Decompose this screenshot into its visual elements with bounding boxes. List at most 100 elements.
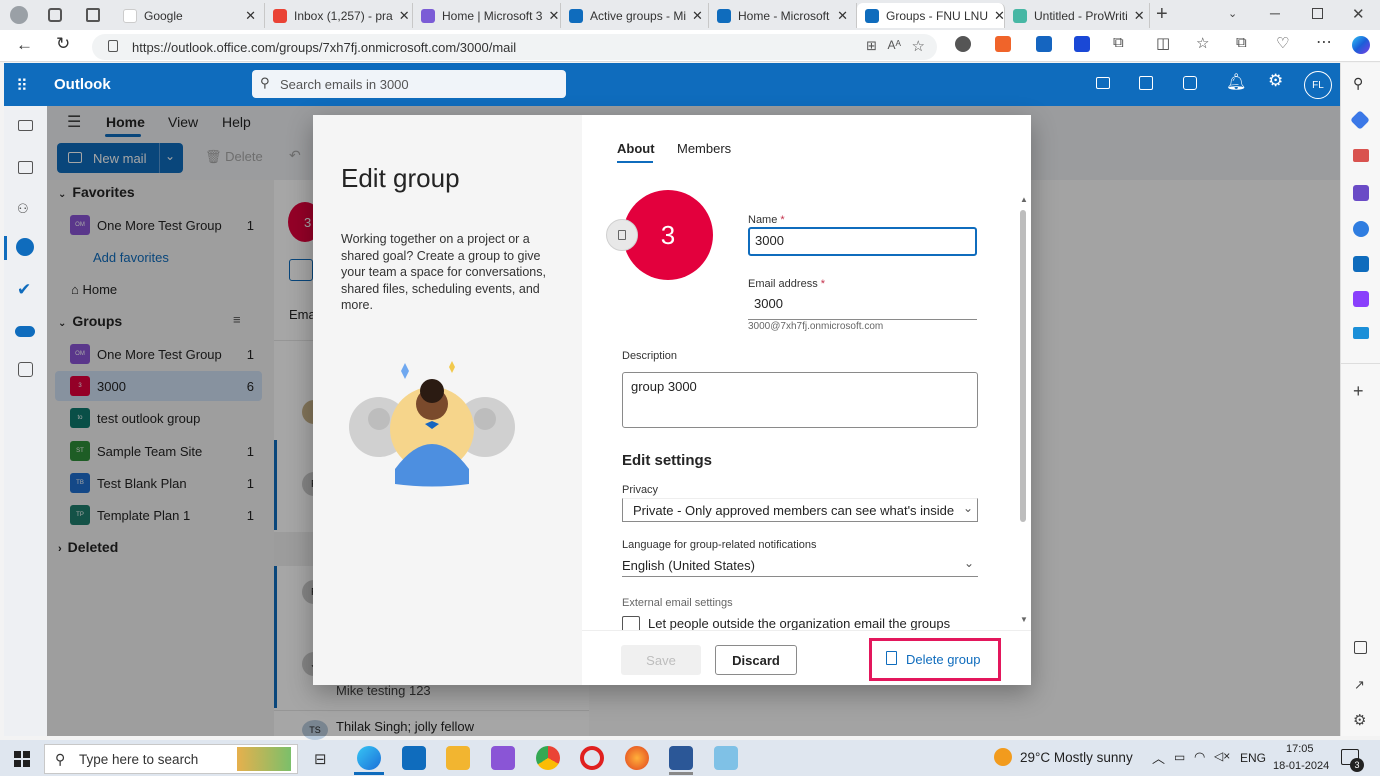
browser-tab[interactable]: Active groups - Mi ✕ [561, 3, 709, 28]
minimize-icon[interactable]: ─ [1270, 5, 1280, 21]
calendar-icon[interactable] [18, 161, 33, 174]
browser-tab[interactable]: Home | Microsoft 3 ✕ [413, 3, 561, 28]
my-day-icon[interactable] [1183, 76, 1197, 90]
browser-tab[interactable]: Google ✕ [115, 3, 265, 28]
back-icon[interactable]: ← [16, 35, 33, 55]
split-screen-icon[interactable]: ◫ [1156, 34, 1170, 52]
email-input[interactable]: 3000 [748, 296, 977, 320]
refresh-icon[interactable]: ↻ [56, 34, 70, 54]
task-view-icon[interactable]: ⊟ [314, 750, 327, 768]
mail-icon[interactable] [18, 120, 33, 131]
add-icon[interactable]: + [1353, 381, 1364, 402]
chrome-icon[interactable] [536, 746, 560, 770]
close-icon[interactable]: ✕ [239, 8, 256, 24]
new-tab-icon[interactable]: + [1156, 3, 1168, 26]
name-input[interactable]: 3000 [748, 227, 977, 256]
language-indicator[interactable]: ENG [1240, 751, 1266, 765]
sidebar-layout-icon[interactable] [1354, 641, 1367, 654]
search-input[interactable]: ⚲ Search emails in 3000 [252, 70, 566, 98]
close-window-icon[interactable]: ✕ [1352, 5, 1365, 23]
save-button[interactable]: Save [621, 645, 701, 675]
file-explorer-icon[interactable] [446, 746, 470, 770]
weather-text[interactable]: 29°C Mostly sunny [1020, 750, 1133, 765]
groups-icon[interactable] [16, 238, 34, 256]
extension-icon[interactable] [955, 36, 971, 52]
avatar[interactable]: FL [1304, 71, 1332, 99]
close-icon[interactable]: ✕ [831, 8, 848, 24]
browser-tab[interactable]: Home - Microsoft ✕ [709, 3, 857, 28]
scrollbar-thumb[interactable] [1020, 210, 1026, 522]
browser-tab-active[interactable]: Groups - FNU LNU ✕ [857, 3, 1005, 28]
tab-about[interactable]: About [617, 141, 655, 156]
gear-icon[interactable]: ⚙ [1268, 71, 1283, 91]
clock-date[interactable]: 18-01-2024 [1273, 760, 1329, 772]
weather-icon[interactable] [994, 748, 1012, 766]
mail-taskbar-icon[interactable] [402, 746, 426, 770]
favorites-icon[interactable]: ☆ [1196, 34, 1209, 52]
close-icon[interactable]: ✕ [393, 8, 410, 24]
firefox-icon[interactable] [625, 746, 649, 770]
people-icon[interactable]: ⚇ [17, 201, 29, 217]
tools-icon[interactable] [1353, 149, 1369, 162]
browser-essentials-icon[interactable]: ♡ [1276, 34, 1289, 52]
microsoft365-icon[interactable] [1353, 221, 1369, 237]
discard-button[interactable]: Discard [715, 645, 797, 675]
bell-icon[interactable]: 🔔︎ [1226, 72, 1246, 92]
favorite-star-icon[interactable]: ☆ [912, 37, 925, 55]
close-icon[interactable]: ✕ [988, 8, 1004, 24]
tab-actions-icon[interactable] [86, 8, 100, 22]
games-icon[interactable] [1353, 185, 1369, 201]
more-icon[interactable]: ⋯ [1316, 32, 1332, 52]
tray-chevron-icon[interactable]: ︿ [1152, 748, 1165, 767]
clock-time[interactable]: 17:05 [1286, 743, 1314, 755]
close-icon[interactable]: ✕ [542, 8, 559, 24]
workspaces-icon[interactable] [48, 8, 62, 22]
collections-icon[interactable]: ⧉ [1236, 34, 1247, 51]
send-icon[interactable] [1353, 327, 1369, 339]
change-photo-button[interactable] [606, 219, 638, 251]
edge-taskbar-icon[interactable] [357, 746, 381, 770]
battery-icon[interactable]: ▭ [1174, 750, 1185, 764]
extension-icon[interactable] [1074, 36, 1090, 52]
scroll-down-icon[interactable]: ▼ [1020, 615, 1028, 624]
outlook-icon[interactable] [1353, 256, 1369, 272]
language-dropdown[interactable]: English (United States) ⌄ [622, 555, 978, 577]
search-icon[interactable]: ⚲ [1353, 75, 1363, 92]
maximize-icon[interactable] [1312, 8, 1323, 19]
description-textarea[interactable]: group 3000 [622, 372, 978, 428]
app-available-icon[interactable]: ⊞ [866, 38, 877, 54]
chevron-down-icon[interactable]: ⌄ [1228, 7, 1237, 20]
wifi-icon[interactable]: ◠ [1194, 749, 1205, 765]
todo-icon[interactable]: ✔ [17, 280, 31, 300]
taskbar-search-input[interactable]: ⚲ Type here to search [44, 744, 298, 774]
app-taskbar-icon[interactable] [714, 746, 738, 770]
delete-group-button[interactable]: Delete group [869, 638, 1001, 681]
word-icon[interactable] [669, 746, 693, 770]
scroll-up-icon[interactable]: ▲ [1020, 195, 1028, 204]
privacy-dropdown[interactable]: Private - Only approved members can see … [622, 498, 978, 522]
close-icon[interactable]: ✕ [686, 8, 703, 24]
opera-icon[interactable] [580, 746, 604, 770]
more-apps-icon[interactable] [18, 362, 33, 377]
tab-members[interactable]: Members [677, 141, 731, 156]
designer-icon[interactable] [1353, 291, 1369, 307]
app-launcher-icon[interactable]: ⠿ [16, 76, 28, 96]
volume-icon[interactable]: ◁× [1214, 749, 1230, 763]
extension-icon[interactable] [1036, 36, 1052, 52]
url-field[interactable]: https://outlook.office.com/groups/7xh7fj… [92, 34, 937, 60]
profile-icon[interactable] [10, 6, 28, 24]
copilot-icon[interactable] [1352, 36, 1370, 54]
external-link-icon[interactable]: ↗ [1354, 677, 1365, 693]
meet-now-icon[interactable] [1096, 77, 1110, 89]
onedrive-icon[interactable] [15, 326, 35, 337]
shopping-icon[interactable] [1350, 110, 1370, 130]
teams-icon[interactable] [1139, 76, 1153, 90]
visual-studio-icon[interactable] [491, 746, 515, 770]
extension-icon[interactable] [995, 36, 1011, 52]
read-aloud-icon[interactable]: Aᴬ [888, 38, 901, 52]
browser-tab[interactable]: Untitled - ProWriti ✕ [1005, 3, 1150, 28]
windows-start-icon[interactable] [14, 751, 30, 767]
close-icon[interactable]: ✕ [1128, 8, 1145, 24]
gear-icon[interactable]: ⚙ [1353, 711, 1366, 729]
browser-tab[interactable]: Inbox (1,257) - pra ✕ [265, 3, 413, 28]
